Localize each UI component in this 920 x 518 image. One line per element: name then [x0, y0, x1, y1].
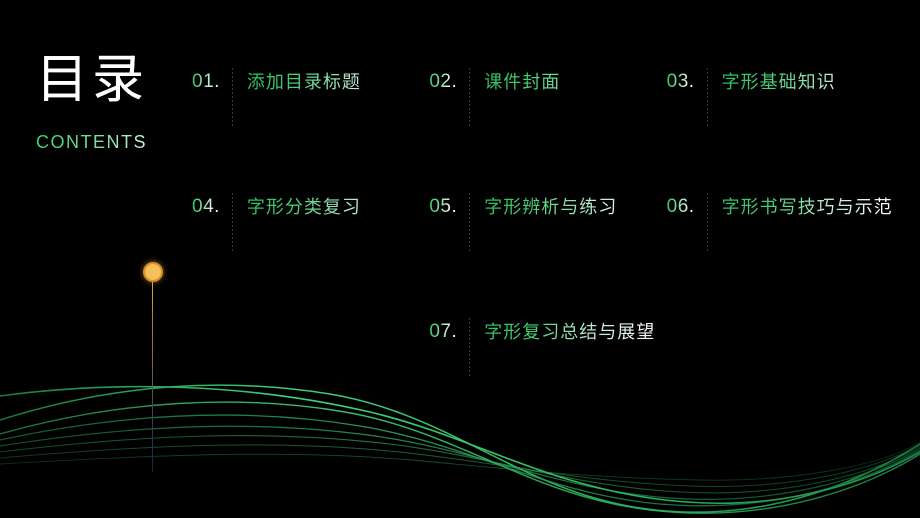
toc-number: 02. — [429, 68, 457, 95]
toc-divider — [706, 193, 708, 251]
toc-label: 课件封面 — [484, 68, 666, 97]
toc-item-07[interactable]: 07. 字形复习总结与展望 — [429, 318, 666, 376]
toc-item-05[interactable]: 05. 字形辨析与练习 — [429, 193, 666, 251]
slide-canvas: 目录 CONTENTS 01. 添加目录标题 02. 课件封面 03. 字形基础… — [0, 0, 920, 518]
page-subtitle: CONTENTS — [36, 132, 196, 153]
toc-number: 06. — [667, 193, 695, 220]
green-wave-lines-icon — [0, 384, 920, 514]
page-title: 目录 — [36, 52, 196, 108]
toc-divider — [469, 68, 471, 126]
toc-divider — [231, 68, 233, 126]
contents-row: 04. 字形分类复习 05. 字形辨析与练习 06. 字形书写技巧与示范 — [192, 193, 904, 251]
toc-label: 字形复习总结与展望 — [484, 318, 666, 347]
toc-number: 05. — [429, 193, 457, 220]
toc-divider — [469, 318, 471, 376]
marker-stem-line — [152, 282, 153, 472]
toc-item-03[interactable]: 03. 字形基础知识 — [667, 68, 904, 126]
toc-item-04[interactable]: 04. 字形分类复习 — [192, 193, 429, 251]
toc-label: 添加目录标题 — [247, 68, 429, 97]
heading-block: 目录 CONTENTS — [36, 52, 196, 153]
contents-row: 01. 添加目录标题 02. 课件封面 03. 字形基础知识 — [192, 68, 904, 126]
toc-item-02[interactable]: 02. 课件封面 — [429, 68, 666, 126]
toc-number: 01. — [192, 68, 220, 95]
amber-circle-marker-icon — [140, 262, 164, 472]
contents-row: 07. 字形复习总结与展望 — [192, 318, 904, 376]
toc-item-06[interactable]: 06. 字形书写技巧与示范 — [667, 193, 904, 251]
toc-number: 03. — [667, 68, 695, 95]
toc-divider — [706, 68, 708, 126]
toc-item-01[interactable]: 01. 添加目录标题 — [192, 68, 429, 126]
toc-divider — [469, 193, 471, 251]
toc-label: 字形基础知识 — [722, 68, 904, 97]
toc-label: 字形辨析与练习 — [484, 193, 666, 222]
toc-label: 字形书写技巧与示范 — [722, 193, 904, 222]
toc-number: 04. — [192, 193, 220, 220]
toc-divider — [231, 193, 233, 251]
toc-number: 07. — [429, 318, 457, 345]
marker-dot — [143, 262, 163, 282]
toc-label: 字形分类复习 — [247, 193, 429, 222]
